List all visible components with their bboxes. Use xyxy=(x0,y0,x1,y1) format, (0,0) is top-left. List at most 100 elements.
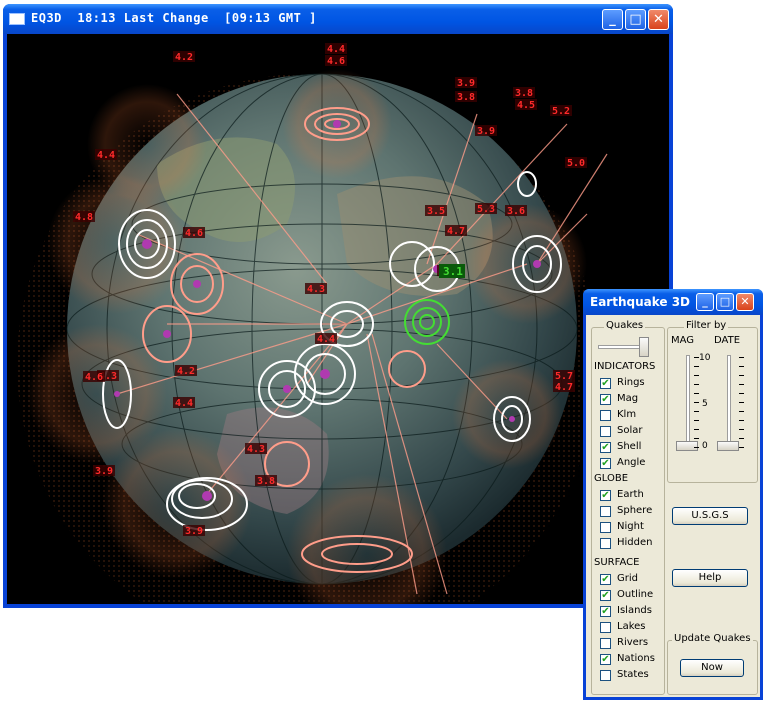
slider-tick xyxy=(739,375,744,376)
shell-checkbox[interactable]: ✔ xyxy=(600,442,611,453)
svg-text:4.6: 4.6 xyxy=(327,56,345,67)
outline-checkbox[interactable]: ✔ xyxy=(600,590,611,601)
sphere-checkbox[interactable] xyxy=(600,506,611,517)
svg-text:3.9: 3.9 xyxy=(457,78,475,89)
dialog-title: Earthquake 3D xyxy=(590,295,691,309)
rings-checkbox-label: Rings xyxy=(617,377,645,388)
magnitude-label: 4.4 xyxy=(95,149,117,161)
mag-checkbox[interactable]: ✔ xyxy=(600,394,611,405)
slider-tick xyxy=(694,438,699,439)
dialog-minimize-button[interactable]: _ xyxy=(696,293,714,311)
slider-tick xyxy=(694,375,699,376)
magnitude-label: 4.4 xyxy=(173,397,195,409)
nations-checkbox-label: Nations xyxy=(617,653,655,664)
svg-text:4.4: 4.4 xyxy=(327,44,345,55)
slider-tick xyxy=(739,384,744,385)
globe-viewport[interactable]: 4.4 4.6 4.2 3.9 3.8 4.5 3.8 5.2 4.4 5.0 4.6 3.9 3.5 4… xyxy=(7,34,669,604)
filter-group xyxy=(667,327,758,483)
quakes-slider-thumb[interactable] xyxy=(639,337,649,357)
now-button[interactable]: Now xyxy=(680,659,744,677)
night-checkbox-label: Night xyxy=(617,521,644,532)
magnitude-label: 4.3 xyxy=(245,443,267,455)
slider-tick xyxy=(694,357,699,358)
magnitude-label: 5.3 xyxy=(475,203,497,215)
magnitude-label: 4.6 xyxy=(83,371,105,383)
angle-checkbox[interactable]: ✔ xyxy=(600,458,611,469)
globe-canvas[interactable]: 4.44.64.23.93.84.53.85.24.45.04.63.93.54… xyxy=(7,34,669,604)
usgs-button[interactable]: U.S.G.S xyxy=(672,507,748,525)
slider-tick xyxy=(739,366,744,367)
slider-tick xyxy=(739,402,744,403)
svg-text:4.4: 4.4 xyxy=(175,398,193,409)
dialog-titlebar[interactable]: Earthquake 3D _ □ ✕ xyxy=(583,289,763,315)
filter-group-label: Filter by xyxy=(684,320,729,331)
rivers-checkbox[interactable] xyxy=(600,638,611,649)
night-checkbox[interactable] xyxy=(600,522,611,533)
magnitude-label: 4.2 xyxy=(173,51,195,63)
klm-checkbox[interactable] xyxy=(600,410,611,421)
rings-checkbox[interactable]: ✔ xyxy=(600,378,611,389)
slider-tick xyxy=(694,420,699,421)
islands-checkbox[interactable]: ✔ xyxy=(600,606,611,617)
maximize-button[interactable]: □ xyxy=(625,9,646,30)
help-button[interactable]: Help xyxy=(672,569,748,587)
mag-slider-track[interactable] xyxy=(686,355,690,447)
svg-text:3.5: 3.5 xyxy=(427,206,445,217)
svg-text:4.4: 4.4 xyxy=(317,334,335,345)
svg-text:4.4: 4.4 xyxy=(97,150,115,161)
slider-tick xyxy=(739,447,744,448)
update-quakes-label: Update Quakes xyxy=(672,633,753,644)
magnitude-label: 3.5 xyxy=(425,205,447,217)
magnitude-label: 5.0 xyxy=(565,157,587,169)
hidden-checkbox[interactable] xyxy=(600,538,611,549)
close-button[interactable]: ✕ xyxy=(648,9,669,30)
indicators-header: INDICATORS xyxy=(594,361,656,372)
slider-tick xyxy=(694,393,699,394)
magnitude-label: 4.7 xyxy=(445,225,467,237)
selected-quake-label[interactable]: 3.1 xyxy=(439,264,465,278)
magnitude-label: 3.9 xyxy=(455,77,477,89)
grid-checkbox[interactable]: ✔ xyxy=(600,574,611,585)
svg-text:5.2: 5.2 xyxy=(552,106,570,117)
magnitude-label: 4.4 xyxy=(315,333,337,345)
sphere-checkbox-label: Sphere xyxy=(617,505,653,516)
slider-tick xyxy=(739,429,744,430)
date-slider-track[interactable] xyxy=(727,355,731,447)
dialog-close-button[interactable]: ✕ xyxy=(736,293,754,311)
surface-header: SURFACE xyxy=(594,557,640,568)
svg-text:3.1: 3.1 xyxy=(443,265,463,278)
lakes-checkbox-label: Lakes xyxy=(617,621,646,632)
minimize-button[interactable]: _ xyxy=(602,9,623,30)
slider-tick xyxy=(739,438,744,439)
earth-checkbox[interactable]: ✔ xyxy=(600,490,611,501)
svg-text:3.9: 3.9 xyxy=(185,526,203,537)
magnitude-label: 3.9 xyxy=(475,125,497,137)
solar-checkbox[interactable] xyxy=(600,426,611,437)
svg-text:4.6: 4.6 xyxy=(185,228,203,239)
magnitude-label: 3.8 xyxy=(255,475,277,487)
slider-tick xyxy=(694,447,699,448)
date-slider-thumb[interactable] xyxy=(717,441,739,451)
svg-text:4.5: 4.5 xyxy=(517,100,535,111)
mag-slider-thumb[interactable] xyxy=(676,441,698,451)
states-checkbox[interactable] xyxy=(600,670,611,681)
hidden-checkbox-label: Hidden xyxy=(617,537,653,548)
svg-text:4.3: 4.3 xyxy=(247,444,265,455)
lakes-checkbox[interactable] xyxy=(600,622,611,633)
magnitude-label: 4.7 xyxy=(553,381,575,393)
globe-header: GLOBE xyxy=(594,473,629,484)
scale-bottom-label: 0 xyxy=(702,441,708,451)
dialog-body: Quakes INDICATORS ✔ Rings ✔ Mag Klm Solar ✔ She… xyxy=(586,315,760,697)
svg-text:3.6: 3.6 xyxy=(507,206,525,217)
main-titlebar[interactable]: EQ3D 18:13 Last Change [09:13 GMT ] _ □ … xyxy=(3,4,673,34)
slider-tick xyxy=(694,366,699,367)
magnitude-label: 4.8 xyxy=(73,211,95,223)
dialog-maximize-button[interactable]: □ xyxy=(716,293,734,311)
rivers-checkbox-label: Rivers xyxy=(617,637,649,648)
svg-text:3.8: 3.8 xyxy=(457,92,475,103)
nations-checkbox[interactable]: ✔ xyxy=(600,654,611,665)
mag-checkbox-label: Mag xyxy=(617,393,639,404)
svg-text:4.3: 4.3 xyxy=(307,284,325,295)
earthquake-3d-dialog: Earthquake 3D _ □ ✕ Quakes INDICATORS ✔ R… xyxy=(583,289,763,700)
solar-checkbox-label: Solar xyxy=(617,425,643,436)
